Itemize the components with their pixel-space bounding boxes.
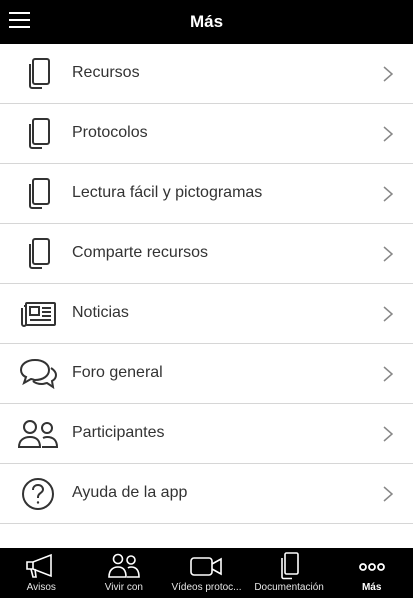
document-copy-icon <box>18 175 58 213</box>
tab-videos-protocolos[interactable]: Vídeos protoc... <box>165 548 248 598</box>
newspaper-icon <box>18 295 58 333</box>
tab-documentacion[interactable]: Documentación <box>248 548 331 598</box>
tab-avisos[interactable]: Avisos <box>0 548 83 598</box>
chevron-right-icon <box>383 486 393 502</box>
more-dots-icon <box>330 552 413 580</box>
top-bar: Más <box>0 0 413 44</box>
menu-item-label: Lectura fácil y pictogramas <box>72 184 263 201</box>
tab-mas[interactable]: Más <box>330 548 413 598</box>
menu-item-label: Foro general <box>72 364 163 381</box>
document-copy-icon <box>248 552 331 580</box>
menu-item-label: Participantes <box>72 424 165 441</box>
menu-item-label: Recursos <box>72 64 140 81</box>
document-copy-icon <box>18 55 58 93</box>
menu-item-participantes[interactable]: Participantes <box>0 404 413 464</box>
more-menu-list: Recursos Protocolos Lectura fácil y pict… <box>0 44 413 524</box>
menu-item-noticias[interactable]: Noticias <box>0 284 413 344</box>
bottom-tab-bar: Avisos Vivir con Vídeos protoc... Docume… <box>0 548 413 598</box>
tab-label: Avisos <box>26 582 56 593</box>
chevron-right-icon <box>383 126 393 142</box>
chevron-right-icon <box>383 246 393 262</box>
tab-label: Documentación <box>254 582 324 593</box>
menu-item-label: Noticias <box>72 304 129 321</box>
menu-item-protocolos[interactable]: Protocolos <box>0 104 413 164</box>
menu-item-label: Ayuda de la app <box>72 484 188 501</box>
tab-label: Más <box>361 582 382 593</box>
menu-item-label: Comparte recursos <box>72 244 209 261</box>
page-title: Más <box>189 12 224 31</box>
document-copy-icon <box>18 235 58 273</box>
chevron-right-icon <box>383 366 393 382</box>
menu-item-ayuda[interactable]: Ayuda de la app <box>0 464 413 524</box>
chevron-right-icon <box>383 306 393 322</box>
menu-item-foro-general[interactable]: Foro general <box>0 344 413 404</box>
menu-item-lectura-facil[interactable]: Lectura fácil y pictogramas <box>0 164 413 224</box>
people-icon <box>83 552 166 580</box>
megaphone-icon <box>0 552 83 580</box>
people-icon <box>18 415 58 453</box>
video-camera-icon <box>165 552 248 580</box>
chevron-right-icon <box>383 66 393 82</box>
tab-label: Vídeos protoc... <box>171 582 242 593</box>
chevron-right-icon <box>383 186 393 202</box>
chevron-right-icon <box>383 426 393 442</box>
document-copy-icon <box>18 115 58 153</box>
tab-vivir-con[interactable]: Vivir con <box>83 548 166 598</box>
chat-bubbles-icon <box>18 355 58 393</box>
menu-item-label: Protocolos <box>72 124 148 141</box>
menu-item-comparte-recursos[interactable]: Comparte recursos <box>0 224 413 284</box>
menu-item-recursos[interactable]: Recursos <box>0 44 413 104</box>
help-icon <box>18 475 58 513</box>
tab-label: Vivir con <box>104 582 143 593</box>
